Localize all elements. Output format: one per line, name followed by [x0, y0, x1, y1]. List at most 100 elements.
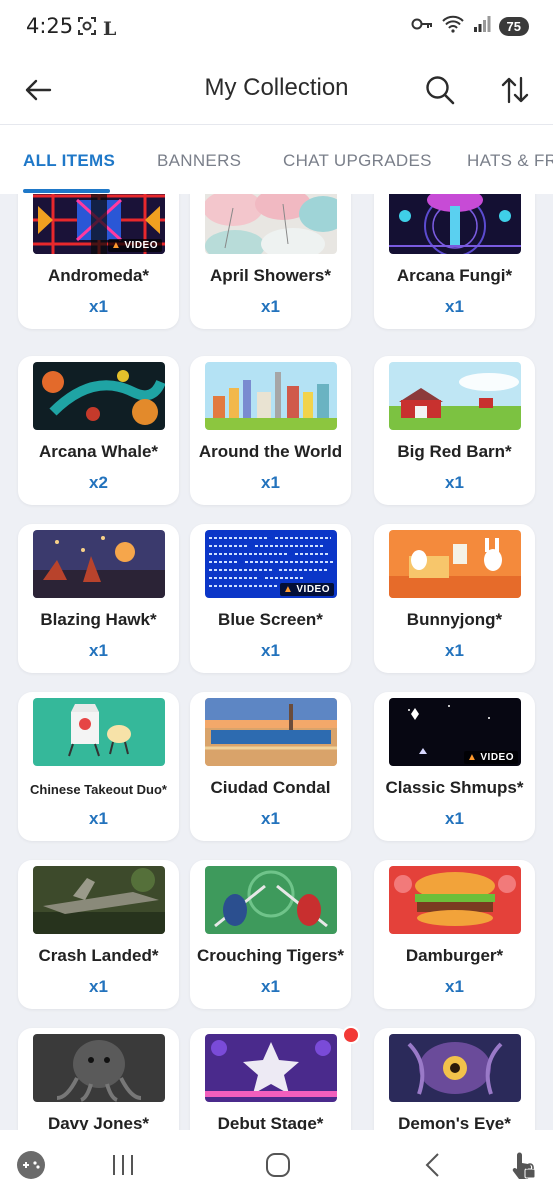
item-thumbnail: [205, 194, 337, 254]
tab-banners[interactable]: BANNERS: [157, 151, 241, 171]
item-quantity: x1: [261, 297, 280, 316]
system-nav-bar: [0, 1130, 553, 1200]
search-button[interactable]: [420, 70, 460, 110]
item-card[interactable]: Demon's Eye*: [374, 1028, 535, 1130]
item-card[interactable]: Damburger* x1: [374, 860, 535, 1009]
new-indicator-dot: [342, 1026, 360, 1044]
item-quantity: x2: [89, 473, 108, 492]
item-name: Crouching Tigers*: [196, 946, 345, 965]
item-name: Blue Screen*: [218, 610, 323, 629]
item-thumbnail: [205, 1034, 337, 1102]
signal-icon: [473, 15, 491, 38]
video-tag: ▲ VIDEO: [279, 583, 334, 596]
item-thumbnail: [205, 866, 337, 934]
sort-icon: [501, 76, 529, 104]
item-card[interactable]: Big Red Barn* x1: [374, 356, 535, 505]
item-name: Chinese Takeout Duo*: [29, 782, 167, 797]
item-name: Around the World: [198, 442, 343, 461]
item-thumbnail: [389, 362, 521, 430]
flame-icon: ▲: [110, 240, 122, 251]
item-card[interactable]: Arcana Whale* x2: [18, 356, 179, 505]
item-quantity: x1: [261, 473, 280, 492]
item-thumbnail: [389, 530, 521, 598]
item-card[interactable]: Crash Landed* x1: [18, 860, 179, 1009]
item-quantity: x1: [261, 977, 280, 996]
tab-chat-upgrades[interactable]: CHAT UPGRADES: [283, 151, 432, 171]
item-card[interactable]: April Showers* x1: [190, 194, 351, 329]
item-card[interactable]: Around the World x1: [190, 356, 351, 505]
status-bar: 4:25 L 75: [0, 0, 553, 56]
item-name: Bunnyjong*: [406, 610, 503, 629]
item-name: April Showers*: [210, 266, 331, 285]
item-thumbnail: [205, 362, 337, 430]
item-thumbnail: [33, 866, 165, 934]
status-time: 4:25: [26, 14, 74, 38]
item-card[interactable]: Arcana Fungi* x1: [374, 194, 535, 329]
item-card[interactable]: Chinese Takeout Duo* x1: [18, 692, 179, 841]
tab-all-items[interactable]: ALL ITEMS: [23, 151, 115, 171]
touch-lock-button[interactable]: [502, 1148, 542, 1182]
item-name: Classic Shmups*: [385, 778, 524, 797]
item-thumbnail: [33, 362, 165, 430]
battery-badge: 75: [498, 17, 529, 36]
item-name: Big Red Barn*: [397, 442, 512, 461]
item-thumbnail: [389, 194, 521, 254]
item-name: Arcana Whale*: [38, 442, 159, 461]
item-quantity: x1: [445, 977, 464, 996]
item-thumbnail: ▲ VIDEO: [33, 194, 165, 254]
item-quantity: x1: [261, 641, 280, 660]
recent-apps-icon: [113, 1155, 133, 1175]
home-button[interactable]: [258, 1148, 298, 1182]
item-name: Blazing Hawk*: [40, 610, 157, 629]
collection-grid: ▲VIDEO Andromeda* x1 April Showers* x1: [0, 194, 553, 1130]
app-header: My Collection: [0, 56, 553, 124]
item-card[interactable]: Ciudad Condal x1: [190, 692, 351, 841]
item-thumbnail: [205, 698, 337, 766]
item-thumbnail: [389, 1034, 521, 1102]
item-name: Debut Stage*: [217, 1114, 324, 1130]
item-name: Damburger*: [405, 946, 504, 965]
game-controller-icon: [17, 1151, 45, 1179]
item-card[interactable]: ▲ VIDEO Andromeda* x1: [18, 194, 179, 329]
item-card[interactable]: ▲ VIDEO Classic Shmups* x1: [374, 692, 535, 841]
l-app-icon: L: [103, 17, 117, 40]
item-quantity: x1: [261, 809, 280, 828]
sort-button[interactable]: [495, 70, 535, 110]
search-icon: [426, 76, 455, 105]
tab-hats-frames[interactable]: HATS & FRAMES: [467, 151, 553, 171]
game-launcher-button[interactable]: [11, 1148, 51, 1182]
item-name: Davy Jones*: [47, 1114, 150, 1130]
item-quantity: x1: [445, 641, 464, 660]
item-thumbnail: [33, 530, 165, 598]
item-card[interactable]: Blazing Hawk* x1: [18, 524, 179, 673]
status-right-icons: 75: [411, 15, 529, 38]
video-tag: ▲ VIDEO: [463, 751, 518, 764]
item-name: Crash Landed*: [38, 946, 159, 965]
item-name: Ciudad Condal: [210, 778, 331, 797]
item-card[interactable]: Davy Jones*: [18, 1028, 179, 1130]
item-quantity: x1: [445, 809, 464, 828]
recent-apps-button[interactable]: [103, 1148, 143, 1182]
wifi-icon: [441, 15, 465, 38]
home-icon: [266, 1153, 290, 1177]
category-tabs: ALL ITEMS BANNERS CHAT UPGRADES HATS & F…: [0, 124, 553, 194]
item-card[interactable]: Bunnyjong* x1: [374, 524, 535, 673]
system-back-button[interactable]: [413, 1148, 453, 1182]
touch-lock-icon: [512, 1152, 536, 1179]
item-name: Arcana Fungi*: [396, 266, 513, 285]
item-thumbnail: ▲ VIDEO: [205, 530, 337, 598]
item-name: Demon's Eye*: [398, 1114, 511, 1130]
item-quantity: x1: [89, 977, 108, 996]
item-quantity: x1: [89, 641, 108, 660]
back-icon: [425, 1153, 439, 1177]
item-quantity: x1: [445, 473, 464, 492]
screenshot-icon: [77, 16, 97, 41]
item-quantity: x1: [445, 297, 464, 316]
video-tag: ▲ VIDEO: [107, 239, 162, 252]
active-tab-indicator: [23, 189, 110, 193]
item-card[interactable]: Crouching Tigers* x1: [190, 860, 351, 1009]
item-thumbnail: [33, 1034, 165, 1102]
item-card[interactable]: Debut Stage*: [190, 1026, 360, 1130]
item-card[interactable]: ▲ VIDEO Blue Screen* x1: [190, 524, 351, 673]
item-thumbnail: [33, 698, 165, 766]
